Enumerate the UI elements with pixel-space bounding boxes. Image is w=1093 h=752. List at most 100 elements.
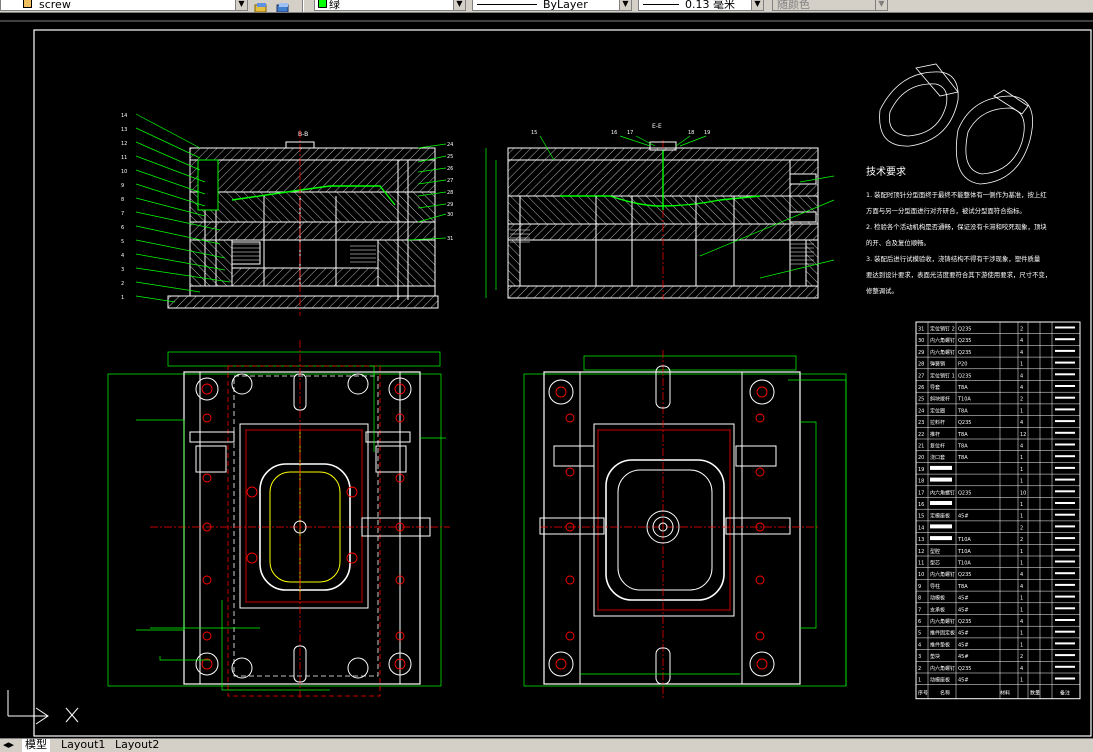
tab-nav-arrows[interactable]: ◂▸ — [0, 739, 17, 752]
callout-label: 4 — [121, 253, 124, 259]
bom-name: 型腔 — [930, 548, 940, 555]
bom-row: 8 动模板 45# 1 — [918, 595, 1075, 602]
chevron-down-icon[interactable]: ▼ — [453, 0, 465, 10]
bom-qty: 4 — [1020, 385, 1023, 391]
callout-label: 27 — [447, 178, 453, 184]
note-line: 要达到设计要求，表面光洁度要符合其下游使用要求，尺寸不变， — [866, 270, 1051, 279]
bom-qty: 4 — [1020, 350, 1023, 356]
layer-state-icon[interactable] — [254, 0, 268, 12]
callout-label: 3 — [121, 267, 124, 273]
bom-code-block — [930, 536, 952, 541]
bom-qty: 4 — [1020, 338, 1023, 344]
bom-no: 24 — [918, 408, 924, 414]
technical-notes: 技术要求 1. 装配时顶针分型面终于最终不能整体有一侧作为基准，按上红 方面与另… — [866, 165, 1051, 295]
bom-note-block — [1055, 513, 1075, 516]
chevron-down-icon[interactable]: ▼ — [751, 0, 763, 10]
bom-name: 动模座板 — [930, 677, 950, 684]
chevron-down-icon[interactable]: ▼ — [619, 0, 631, 10]
note-line: 方面与另一分型面进行对齐研合，被试分型面符合指标。 — [866, 206, 1026, 215]
tab-model[interactable]: 模型 — [22, 739, 50, 752]
bom-note-block — [1055, 385, 1075, 387]
bom-qty: 10 — [1020, 490, 1026, 496]
bom-row: 9 导柱 T8A 4 — [918, 583, 1075, 590]
linetype-name: ByLayer — [543, 0, 588, 11]
bom-note-block — [1055, 420, 1075, 423]
callout-label: 30 — [447, 212, 453, 218]
bom-note-block — [1055, 525, 1075, 528]
bom-no: 2 — [918, 666, 921, 672]
bom-header-cell: 材料 — [1000, 690, 1010, 697]
chevron-down-icon[interactable]: ▼ — [235, 0, 247, 10]
bom-no: 11 — [918, 561, 924, 567]
plan-view-right — [523, 350, 847, 700]
bom-material: T8A — [957, 408, 968, 414]
bom-qty: 4 — [1020, 420, 1023, 426]
bom-row: 23 拉料杆 Q235 4 — [918, 419, 1075, 426]
bom-header-cell: 名称 — [940, 690, 950, 697]
chevron-down-icon: ▼ — [875, 0, 887, 10]
bom-no: 6 — [918, 619, 921, 625]
bom-no: 9 — [918, 584, 921, 590]
bom-note-block — [1055, 326, 1075, 329]
bom-note-block — [1055, 583, 1075, 586]
color-dropdown[interactable]: 绿 ▼ — [314, 0, 466, 11]
callout-label: 14 — [121, 113, 127, 119]
bom-row: 1 动模座板 45# 1 — [918, 677, 1075, 684]
bom-note-block — [1055, 619, 1075, 621]
bom-note-block — [1055, 361, 1075, 364]
tab-layout1[interactable]: Layout1 — [58, 739, 108, 752]
bom-name: 内六角螺钉 — [930, 337, 955, 344]
bom-row: 27 定位销钉 1 Q235 4 — [918, 372, 1075, 379]
bom-name: 内六角螺钉 — [930, 665, 955, 672]
tab-layout2[interactable]: Layout2 — [112, 739, 162, 752]
layer-previous-icon[interactable] — [276, 0, 290, 12]
bom-name: 型芯 — [930, 560, 940, 567]
bom-qty: 1 — [1020, 467, 1023, 473]
bom-note-block — [1055, 537, 1075, 540]
bom-note-block — [1055, 373, 1075, 376]
notes-title: 技术要求 — [866, 165, 906, 178]
bom-material: T10A — [957, 397, 971, 403]
callout-label: 10 — [121, 169, 127, 175]
callout-label: 18 — [688, 130, 694, 136]
note-line: 的开、合及复位顺畅。 — [866, 238, 930, 247]
bom-material: Q235 — [958, 420, 971, 426]
bom-material: 45# — [958, 678, 969, 684]
callout-label: 8 — [121, 197, 124, 203]
bom-note-block — [1055, 490, 1075, 493]
section-label-left: B-B — [298, 131, 308, 138]
bom-no: 19 — [918, 467, 924, 473]
linetype-preview — [477, 4, 537, 5]
bom-name: 定位销钉 2 — [930, 326, 955, 333]
callout-label: 24 — [447, 142, 453, 148]
bom-note-block — [1055, 349, 1075, 352]
bom-note-block — [1055, 478, 1075, 481]
bom-no: 12 — [918, 549, 924, 555]
bom-qty: 1 — [1020, 514, 1023, 520]
bom-material: 45# — [958, 631, 969, 637]
bom-material: 45# — [958, 607, 969, 613]
plotstyle-value: 随颜色 — [777, 0, 810, 11]
separator — [302, 0, 304, 12]
bom-name: 浇口套 — [930, 454, 945, 461]
layer-dropdown[interactable]: screw ▼ — [0, 0, 248, 11]
bom-row: 31 定位销钉 2 Q235 2 — [918, 326, 1075, 333]
bom-no: 20 — [918, 455, 924, 461]
bom-no: 31 — [918, 327, 924, 333]
bom-qty: 4 — [1020, 666, 1023, 672]
bom-name: 内六角螺钉 — [930, 571, 955, 578]
drawing-canvas[interactable]: B-B 14 13 12 11 10 9 8 7 6 5 4 3 2 1 24 … — [0, 12, 1093, 738]
lineweight-dropdown[interactable]: 0.13 毫米 ▼ — [638, 0, 764, 11]
linetype-dropdown[interactable]: ByLayer ▼ — [472, 0, 632, 11]
bom-material: Q235 — [958, 619, 971, 625]
bom-row: 2 内六角螺钉 Q235 4 — [918, 665, 1075, 672]
bom-no: 22 — [918, 432, 924, 438]
bom-row: 21 复位杆 T8A 4 — [918, 443, 1075, 450]
bom-material: P20 — [958, 362, 967, 368]
bom-material: T8A — [957, 444, 968, 450]
bom-no: 27 — [918, 373, 924, 379]
bom-qty: 1 — [1020, 631, 1023, 637]
bom-header-cell: 备注 — [1060, 690, 1070, 697]
bom-row: 28 弹簧销 P20 1 — [918, 361, 1075, 368]
bom-name: 斜块拨杆 — [930, 396, 950, 403]
